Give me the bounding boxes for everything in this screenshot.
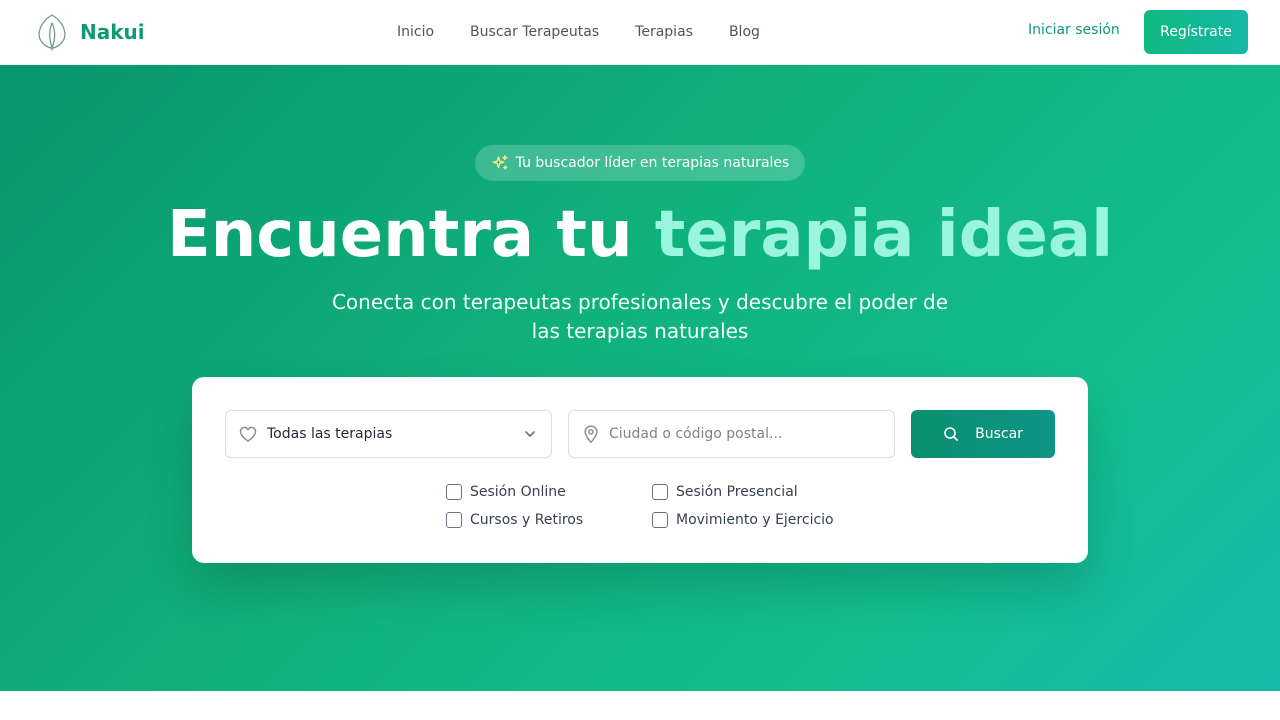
search-button[interactable]: Buscar (911, 410, 1055, 458)
nav-link-blog[interactable]: Blog (729, 24, 760, 40)
search-card: Todas las terapias Buscar Sesión Online (192, 377, 1088, 563)
filter-label: Cursos y Retiros (470, 512, 584, 528)
nav-link-terapias[interactable]: Terapias (635, 24, 693, 40)
main-nav: Inicio Buscar Terapeutas Terapias Blog (397, 0, 796, 64)
hero-title: Encuentra tu terapia ideal (0, 195, 1280, 275)
hero-badge-text: Tu buscador líder en terapias naturales (515, 155, 790, 171)
filter-sesion-online[interactable]: Sesión Online (446, 482, 566, 502)
nav-link-inicio[interactable]: Inicio (397, 24, 434, 40)
search-button-label: Buscar (975, 426, 1023, 442)
search-icon (944, 427, 958, 441)
location-field (568, 410, 895, 458)
checkbox[interactable] (446, 512, 462, 528)
checkbox[interactable] (652, 484, 668, 500)
location-input[interactable] (609, 426, 879, 442)
filter-label: Sesión Presencial (676, 484, 798, 500)
sparkles-icon (492, 155, 508, 170)
therapy-select-value: Todas las terapias (267, 426, 393, 442)
brand-logo-link[interactable]: Nakui (36, 12, 145, 52)
chevron-down-icon (525, 431, 535, 437)
top-navbar: Nakui Inicio Buscar Terapeutas Terapias … (0, 0, 1280, 65)
session-filters: Sesión Online Sesión Presencial Cursos y… (446, 482, 866, 542)
hero-title-highlight: terapia ideal (654, 198, 1114, 272)
brand-name: Nakui (80, 20, 145, 44)
therapy-select[interactable]: Todas las terapias (225, 410, 552, 458)
hero-badge: Tu buscador líder en terapias naturales (475, 145, 805, 181)
filter-label: Sesión Online (470, 484, 566, 500)
checkbox[interactable] (446, 484, 462, 500)
map-pin-icon (584, 425, 598, 444)
filter-cursos-retiros[interactable]: Cursos y Retiros (446, 510, 583, 530)
checkbox[interactable] (652, 512, 668, 528)
register-button[interactable]: Regístrate (1144, 10, 1248, 54)
filter-movimiento-ejercicio[interactable]: Movimiento y Ejercicio (652, 510, 834, 530)
hero-subtitle: Conecta con terapeutas profesionales y d… (331, 290, 949, 343)
hero-section: Tu buscador líder en terapias naturales … (0, 65, 1280, 691)
filter-sesion-presencial[interactable]: Sesión Presencial (652, 482, 798, 502)
hero-title-main: Encuentra tu (166, 198, 633, 272)
nav-link-buscar-terapeutas[interactable]: Buscar Terapeutas (470, 24, 599, 40)
leaf-icon (38, 14, 66, 51)
heart-icon (239, 426, 257, 442)
filter-label: Movimiento y Ejercicio (676, 512, 834, 528)
login-link[interactable]: Iniciar sesión (1028, 22, 1120, 38)
